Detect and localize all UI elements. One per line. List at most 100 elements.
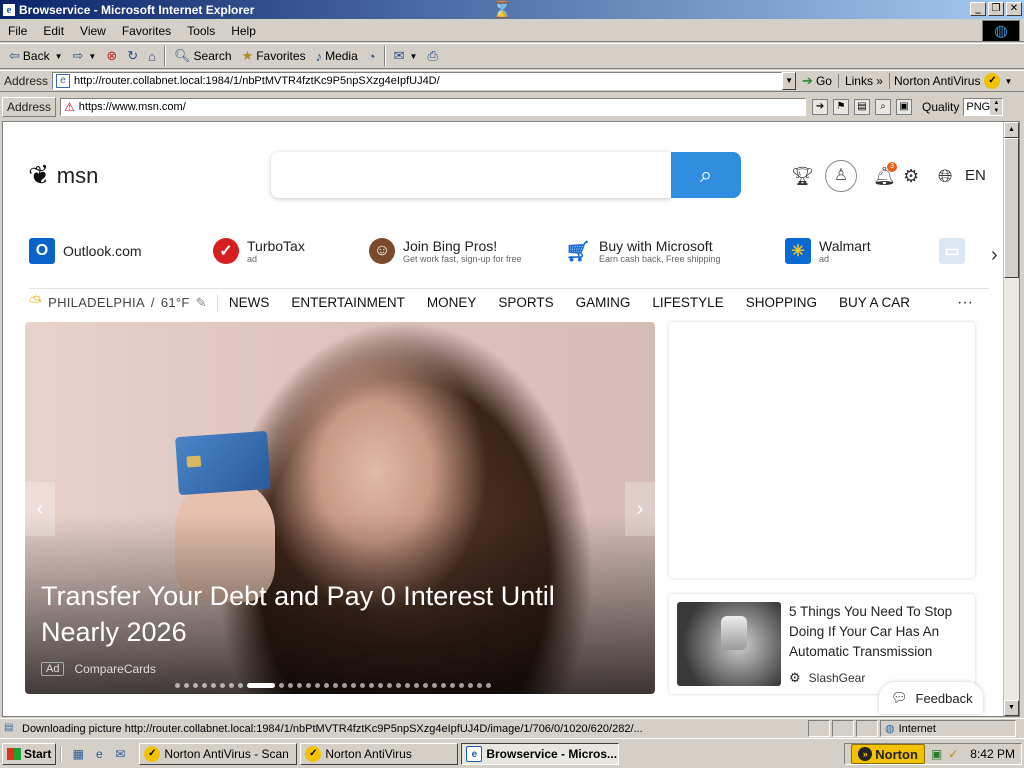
hero-source[interactable]: CompareCards (74, 662, 155, 676)
carousel-dot[interactable] (342, 683, 347, 688)
nav-entertainment[interactable]: ENTERTAINMENT (280, 295, 416, 310)
restore-button[interactable]: ❐ (988, 2, 1004, 16)
carousel-dot[interactable] (193, 683, 198, 688)
carousel-dot[interactable] (378, 683, 383, 688)
nav-shopping[interactable]: SHOPPING (735, 295, 828, 310)
close-button[interactable]: ✕ (1006, 2, 1022, 16)
language-globe-icon[interactable]: 🌐︎ (938, 166, 952, 187)
carousel-dot[interactable] (229, 683, 234, 688)
carousel-next-button[interactable]: › (625, 482, 655, 536)
history-button[interactable]: ◔ (363, 45, 381, 67)
feedback-button[interactable]: 💬︎ Feedback (879, 682, 983, 714)
address-dropdown-button[interactable]: ▼ (782, 72, 797, 90)
quality-spinner-icon[interactable]: ▲ ▼ (990, 99, 1003, 115)
inner-address-input[interactable]: ⚠ https://www.msn.com/ (60, 98, 807, 116)
norton-toolbar-button[interactable]: Norton AntiVirus ✓ ▼ (888, 73, 1016, 89)
shortcut-bing-pros[interactable]: ☺ Join Bing Pros! Get work fast, sign-up… (369, 238, 522, 264)
carousel-dot[interactable] (306, 683, 311, 688)
quality-select[interactable]: PNG ▲ ▼ (963, 98, 1004, 116)
carousel-dot[interactable] (477, 683, 482, 688)
carousel-dot[interactable] (486, 683, 491, 688)
carousel-dot[interactable] (360, 683, 365, 688)
carousel-dot[interactable] (324, 683, 329, 688)
menu-tools[interactable]: Tools (179, 24, 223, 38)
story-card[interactable]: 5 Things You Need To Stop Doing If Your … (669, 594, 975, 694)
carousel-dot[interactable] (387, 683, 392, 688)
task-norton-scan[interactable]: ✓ Norton AntiVirus - Scan (139, 742, 298, 765)
start-button[interactable]: Start (2, 742, 57, 765)
norton-tray-button[interactable]: » Norton (851, 744, 925, 764)
search-submit-button[interactable]: ⌕ (671, 152, 741, 198)
window-titlebar[interactable]: e Browservice - Microsoft Internet Explo… (0, 0, 1024, 19)
find-icon[interactable]: ⌕ (875, 99, 892, 115)
carousel-pager[interactable] (175, 683, 491, 688)
address-url[interactable]: http://router.collabnet.local:1984/1/nbP… (74, 75, 440, 87)
settings-gear-icon[interactable]: ⚙ (903, 166, 919, 187)
menu-file[interactable]: File (0, 24, 35, 38)
nav-news[interactable]: NEWS (218, 295, 281, 310)
forward-dropdown-icon[interactable]: ▼ (88, 52, 96, 61)
carousel-dot[interactable] (432, 683, 437, 688)
norton-dropdown-icon[interactable]: ▼ (1004, 77, 1012, 86)
carousel-dot[interactable] (175, 683, 180, 688)
outlook-express-icon[interactable]: ✉ (112, 746, 128, 762)
weather-widget[interactable]: ⛅︎ PHILADELPHIA / 61°F ✎ (29, 293, 218, 312)
shortcuts-next-chevron-icon[interactable]: › (991, 244, 998, 267)
carousel-dot[interactable] (441, 683, 446, 688)
carousel-prev-button[interactable]: ‹ (25, 482, 55, 536)
more-ellipsis-icon[interactable]: ··· (957, 294, 973, 312)
nav-lifestyle[interactable]: LIFESTYLE (641, 295, 734, 310)
carousel-dot[interactable] (238, 683, 243, 688)
stop-button[interactable]: ⊗ (101, 45, 122, 67)
home-button[interactable]: ⌂ (143, 45, 161, 67)
profile-avatar-icon[interactable]: ♙ (825, 160, 857, 192)
nav-sports[interactable]: SPORTS (487, 295, 564, 310)
menu-help[interactable]: Help (223, 24, 264, 38)
menu-favorites[interactable]: Favorites (114, 24, 179, 38)
msn-logo[interactable]: ❦ msn (26, 158, 98, 192)
media-button[interactable]: ♪ Media (311, 45, 363, 67)
clock[interactable]: 8:42 PM (964, 747, 1015, 761)
forward-button[interactable]: ⇨ ▼ (68, 45, 102, 67)
carousel-dot[interactable] (468, 683, 473, 688)
print-button[interactable]: ⎙ (422, 45, 442, 67)
show-desktop-icon[interactable]: ▦ (70, 746, 86, 762)
menu-view[interactable]: View (72, 24, 114, 38)
menu-edit[interactable]: Edit (35, 24, 72, 38)
carousel-dot[interactable] (459, 683, 464, 688)
norton-tray-icon[interactable]: ✓ (948, 747, 958, 761)
carousel-dot[interactable] (405, 683, 410, 688)
story-title[interactable]: 5 Things You Need To Stop Doing If Your … (789, 602, 969, 662)
carousel-dot[interactable] (202, 683, 207, 688)
shortcut-turbotax[interactable]: ✓ TurboTax ad (213, 238, 305, 264)
hero-headline[interactable]: Transfer Your Debt and Pay 0 Interest Un… (41, 578, 621, 650)
back-button[interactable]: ⇦ Back ▼ (4, 45, 68, 67)
search-input[interactable] (271, 152, 671, 198)
mail-button[interactable]: ✉ ▼ (389, 45, 423, 67)
shortcut-outlook[interactable]: O Outlook.com (29, 238, 142, 264)
carousel-dot[interactable] (450, 683, 455, 688)
scroll-thumb[interactable] (1004, 138, 1019, 278)
go-button[interactable]: ➔ Go (796, 73, 838, 89)
shortcut-buy-with-microsoft[interactable]: 🛒︎ Buy with Microsoft Earn cash back, Fr… (565, 238, 720, 264)
carousel-dot[interactable] (211, 683, 216, 688)
carousel-dot[interactable] (279, 683, 284, 688)
refresh-button[interactable]: ↻ (122, 45, 143, 67)
carousel-dot[interactable] (423, 683, 428, 688)
task-browservice[interactable]: e Browservice - Micros... (461, 742, 620, 765)
shortcut-walmart[interactable]: ✳ Walmart ad (785, 238, 871, 264)
navigate-go-icon[interactable]: ➔ (812, 99, 829, 115)
carousel-dot[interactable] (220, 683, 225, 688)
vertical-scrollbar[interactable]: ▲ ▼ (1003, 122, 1019, 716)
scroll-up-arrow-icon[interactable]: ▲ (1004, 122, 1019, 138)
nav-money[interactable]: MONEY (416, 295, 488, 310)
back-dropdown-icon[interactable]: ▼ (55, 52, 63, 61)
carousel-dot[interactable] (369, 683, 374, 688)
carousel-dot[interactable] (333, 683, 338, 688)
minimize-button[interactable]: _ (970, 2, 986, 16)
mail-dropdown-icon[interactable]: ▼ (410, 52, 418, 61)
carousel-dot[interactable] (288, 683, 293, 688)
language-label[interactable]: EN (965, 167, 986, 184)
shortcut-partial[interactable]: ▭ (939, 238, 965, 264)
ie-quicklaunch-icon[interactable]: e (91, 746, 107, 762)
